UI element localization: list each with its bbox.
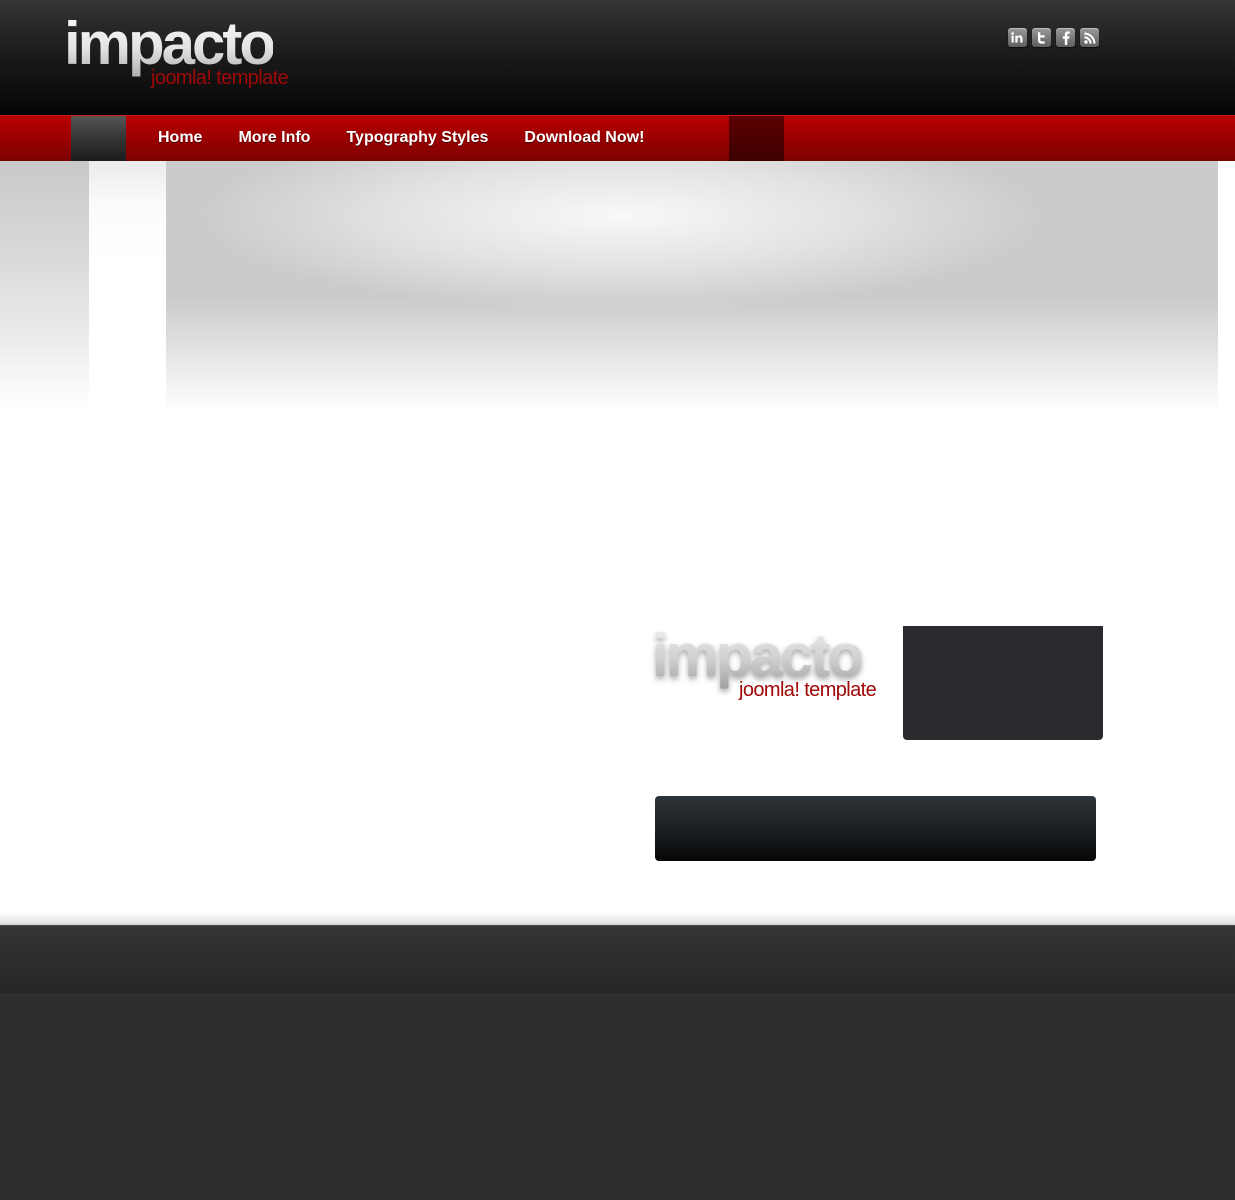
linkedin-icon[interactable] xyxy=(1008,28,1027,47)
social-links xyxy=(1008,28,1099,47)
main-navigation: Home More Info Typography Styles Downloa… xyxy=(0,115,1235,161)
nav-menu: Home More Info Typography Styles Downloa… xyxy=(140,116,662,161)
dark-module-bar xyxy=(655,796,1096,861)
nav-item-typography-styles[interactable]: Typography Styles xyxy=(328,116,506,161)
footer-bottom xyxy=(0,993,1235,1200)
footer-shadow xyxy=(0,912,1235,925)
facebook-icon[interactable] xyxy=(1056,28,1075,47)
content-logo-image: impacto joomla! template xyxy=(652,622,892,706)
logo-tagline: joomla! template xyxy=(151,67,289,89)
nav-item-home[interactable]: Home xyxy=(140,116,220,161)
twitter-icon[interactable] xyxy=(1032,28,1051,47)
banner-light-strip xyxy=(89,161,166,411)
footer-band xyxy=(0,925,1235,993)
banner-left-fade xyxy=(0,161,89,411)
nav-item-more-info[interactable]: More Info xyxy=(220,116,328,161)
banner-slideshow xyxy=(0,161,1235,411)
site-header: impacto joomla! template xyxy=(0,0,1235,115)
site-logo[interactable]: impacto joomla! template xyxy=(64,10,304,94)
nav-decor-right xyxy=(729,116,784,161)
nav-decor-left xyxy=(71,116,126,161)
banner-stage xyxy=(166,161,1218,411)
nav-item-download-now[interactable]: Download Now! xyxy=(506,116,662,161)
rss-icon[interactable] xyxy=(1080,28,1099,47)
dark-module-panel xyxy=(903,626,1103,740)
content-logo-tagline: joomla! template xyxy=(739,679,877,701)
